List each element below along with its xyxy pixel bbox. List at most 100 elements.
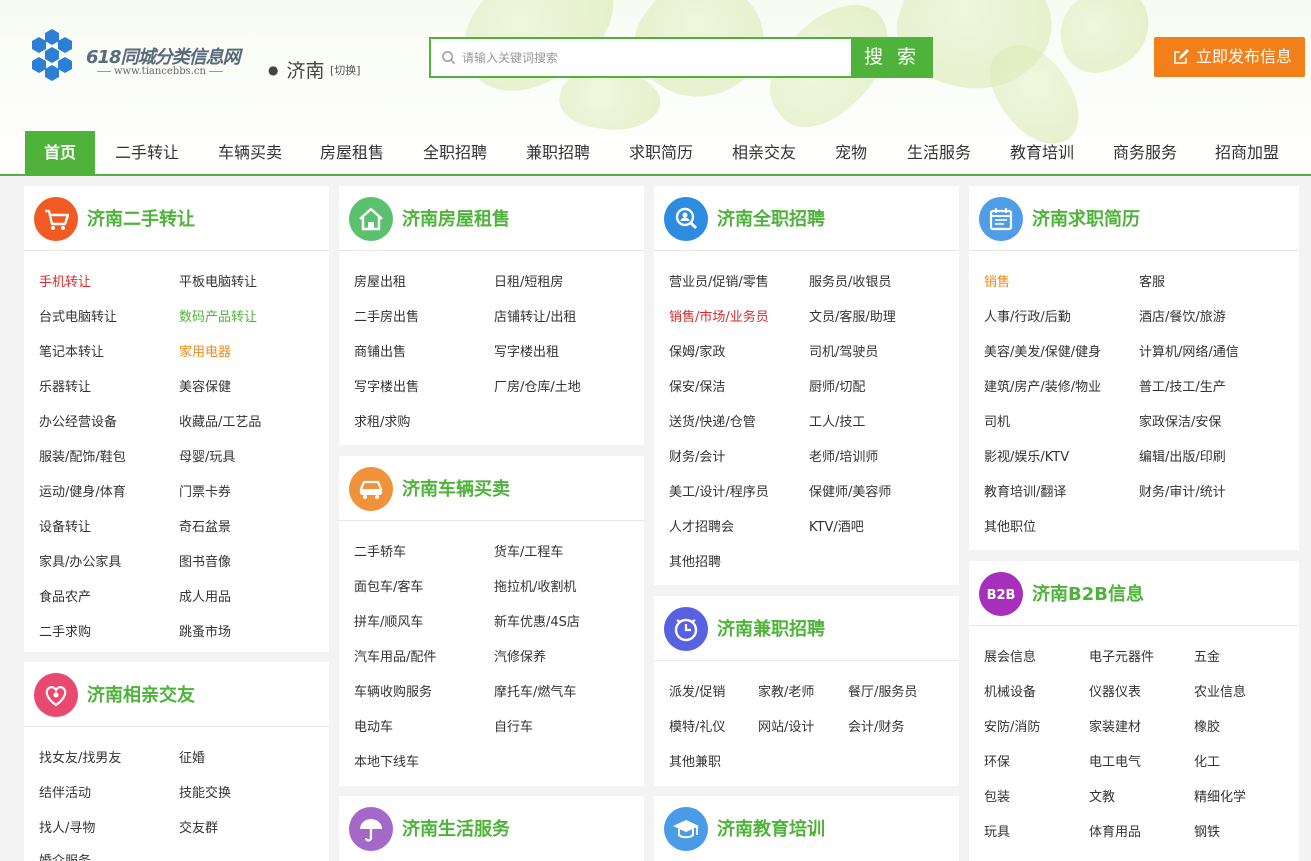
link-item[interactable]: 二手房出售 [354, 306, 419, 325]
link-item[interactable]: 司机/驾驶员 [809, 341, 878, 360]
link-item[interactable]: 写字楼出售 [354, 376, 419, 395]
link-item[interactable]: 网站/设计 [758, 716, 814, 735]
link-item[interactable]: 模特/礼仪 [669, 716, 725, 735]
link-item[interactable]: 销售/市场/业务员 [669, 306, 769, 325]
search-input[interactable] [462, 45, 842, 71]
link-item[interactable]: 餐厅/服务员 [848, 681, 917, 700]
link-item[interactable]: 化工 [1194, 751, 1220, 770]
link-item[interactable]: 人才招聘会 [669, 516, 734, 535]
link-item[interactable]: 找女友/找男友 [39, 747, 121, 766]
link-item[interactable]: 编辑/出版/印刷 [1139, 446, 1226, 465]
nav-home[interactable]: 首页 [25, 131, 95, 174]
link-item[interactable]: 建筑/房产/装修/物业 [984, 376, 1101, 395]
link-item[interactable]: 求租/求购 [354, 411, 410, 430]
link-item[interactable]: 销售 [984, 271, 1010, 290]
link-item[interactable]: 农业信息 [1194, 681, 1246, 700]
panel-title[interactable]: 济南全职招聘 [717, 205, 825, 231]
link-item[interactable]: 笔记本转让 [39, 341, 104, 360]
link-item[interactable]: 数码产品转让 [179, 306, 257, 325]
link-item[interactable]: 保姆/家政 [669, 341, 725, 360]
link-item[interactable]: 其他兼职 [669, 751, 721, 770]
nav-life[interactable]: 生活服务 [900, 131, 978, 174]
link-item[interactable]: 美工/设计/程序员 [669, 481, 769, 500]
link-item[interactable]: 电子元器件 [1089, 646, 1154, 665]
panel-title[interactable]: 济南相亲交友 [87, 681, 195, 707]
link-item[interactable]: 商铺出售 [354, 341, 406, 360]
link-item[interactable]: 财务/会计 [669, 446, 725, 465]
link-item[interactable]: 客服 [1139, 271, 1165, 290]
nav-education[interactable]: 教育培训 [1003, 131, 1081, 174]
link-item[interactable]: 影视/娱乐/KTV [984, 446, 1069, 465]
link-item[interactable]: 技能交换 [179, 782, 231, 801]
link-item[interactable]: 征婚 [179, 747, 205, 766]
link-item[interactable]: 家装建材 [1089, 716, 1141, 735]
nav-franchise[interactable]: 招商加盟 [1208, 131, 1286, 174]
link-item[interactable]: 母婴/玩具 [179, 446, 235, 465]
link-item[interactable]: 工人/技工 [809, 411, 865, 430]
link-item[interactable]: 玩具 [984, 821, 1010, 840]
link-item[interactable]: 展会信息 [984, 646, 1036, 665]
link-item[interactable]: 乐器转让 [39, 376, 91, 395]
link-item[interactable]: 酒店/餐饮/旅游 [1139, 306, 1226, 325]
link-item[interactable]: 跳蚤市场 [179, 621, 231, 640]
link-item[interactable]: 写字楼出租 [494, 341, 559, 360]
link-item[interactable]: 家具/办公家具 [39, 551, 121, 570]
link-item[interactable]: 拖拉机/收割机 [494, 576, 576, 595]
link-item[interactable]: 文员/客服/助理 [809, 306, 896, 325]
link-item[interactable]: 找人/寻物 [39, 817, 95, 836]
link-item[interactable]: 司机 [984, 411, 1010, 430]
link-item[interactable]: 服务员/收银员 [809, 271, 891, 290]
panel-title[interactable]: 济南车辆买卖 [402, 475, 510, 501]
link-item[interactable]: 面包车/客车 [354, 576, 423, 595]
link-item[interactable]: 自行车 [494, 716, 533, 735]
link-item[interactable]: 收藏品/工艺品 [179, 411, 261, 430]
link-item[interactable]: 婚介服务 [39, 850, 91, 861]
link-item[interactable]: 台式电脑转让 [39, 306, 117, 325]
link-item[interactable]: 老师/培训师 [809, 446, 878, 465]
link-item[interactable]: 其他职位 [984, 516, 1036, 535]
link-item[interactable]: 拼车/顺风车 [354, 611, 423, 630]
panel-title[interactable]: 济南兼职招聘 [717, 615, 825, 641]
link-item[interactable]: 食品农产 [39, 586, 91, 605]
link-item[interactable]: 体育用品 [1089, 821, 1141, 840]
link-item[interactable]: 门票卡券 [179, 481, 231, 500]
link-item[interactable]: 计算机/网络/通信 [1139, 341, 1239, 360]
link-item[interactable]: 钢铁 [1194, 821, 1220, 840]
link-item[interactable]: 摩托车/燃气车 [494, 681, 576, 700]
link-item[interactable]: 送货/快递/仓管 [669, 411, 756, 430]
panel-title[interactable]: 济南房屋租售 [402, 205, 510, 231]
nav-housing[interactable]: 房屋租售 [313, 131, 391, 174]
link-item[interactable]: 房屋出租 [354, 271, 406, 290]
link-item[interactable]: 厂房/仓库/土地 [494, 376, 581, 395]
nav-resume[interactable]: 求职简历 [622, 131, 700, 174]
link-item[interactable]: 环保 [984, 751, 1010, 770]
link-item[interactable]: 教育培训/翻译 [984, 481, 1066, 500]
search-button[interactable]: 搜 索 [851, 37, 933, 78]
link-item[interactable]: 普工/技工/生产 [1139, 376, 1226, 395]
link-item[interactable]: 家用电器 [179, 341, 231, 360]
link-item[interactable]: 文教 [1089, 786, 1115, 805]
link-item[interactable]: 图书音像 [179, 551, 231, 570]
link-item[interactable]: KTV/酒吧 [809, 516, 864, 535]
link-item[interactable]: 人事/行政/后勤 [984, 306, 1071, 325]
link-item[interactable]: 车辆收购服务 [354, 681, 432, 700]
panel-title[interactable]: 济南B2B信息 [1032, 580, 1144, 606]
panel-title[interactable]: 济南二手转让 [87, 205, 195, 231]
link-item[interactable]: 汽修保养 [494, 646, 546, 665]
panel-title[interactable]: 济南教育培训 [717, 815, 825, 841]
link-item[interactable]: 手机转让 [39, 271, 91, 290]
link-item[interactable]: 新车优惠/4S店 [494, 611, 580, 630]
nav-pets[interactable]: 宠物 [827, 131, 875, 174]
publish-button[interactable]: 立即发布信息 [1154, 37, 1305, 77]
link-item[interactable]: 日租/短租房 [494, 271, 563, 290]
link-item[interactable]: 二手轿车 [354, 541, 406, 560]
link-item[interactable]: 店铺转让/出租 [494, 306, 576, 325]
logo-icon[interactable] [24, 27, 80, 83]
panel-title[interactable]: 济南生活服务 [402, 815, 510, 841]
link-item[interactable]: 汽车用品/配件 [354, 646, 436, 665]
link-item[interactable]: 仪器仪表 [1089, 681, 1141, 700]
nav-cars[interactable]: 车辆买卖 [211, 131, 289, 174]
panel-title[interactable]: 济南求职简历 [1032, 205, 1140, 231]
link-item[interactable]: 电动车 [354, 716, 393, 735]
link-item[interactable]: 办公经营设备 [39, 411, 117, 430]
